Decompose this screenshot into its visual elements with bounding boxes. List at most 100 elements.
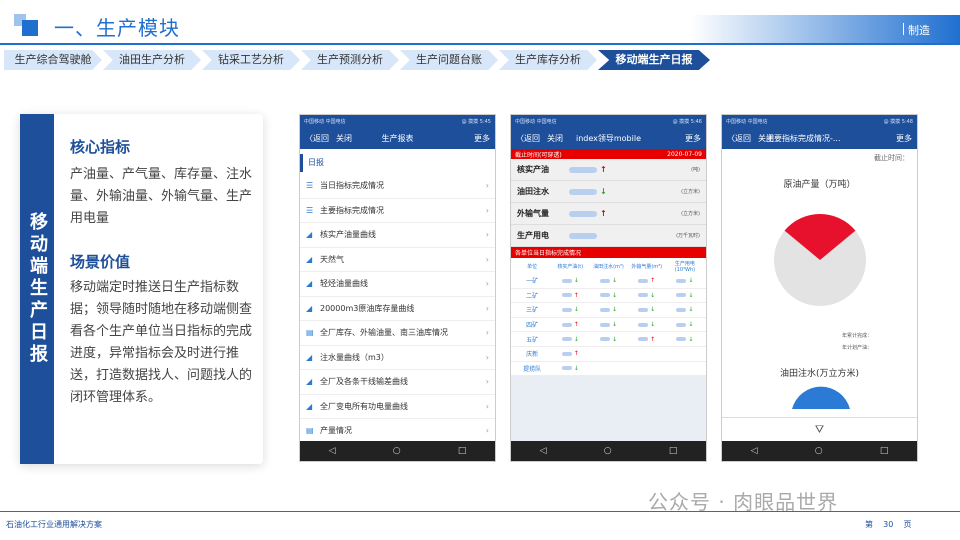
page-label: 第 bbox=[865, 520, 873, 529]
report-item[interactable]: ◢ 全厂及各条干线输差曲线 › bbox=[300, 370, 495, 395]
table-row[interactable]: 二矿 ↑ ↓ ↓ ↓ bbox=[511, 289, 706, 304]
indicator-row[interactable]: 核实产油 ↑ (吨) bbox=[511, 159, 706, 181]
redacted-value bbox=[600, 293, 611, 298]
back-button[interactable]: 〈返回 bbox=[305, 133, 329, 144]
report-item[interactable]: ◢ 全厂变电所有功电量曲线 › bbox=[300, 395, 495, 419]
table-cell: ↓ bbox=[666, 336, 704, 343]
back-button[interactable]: 〈返回 bbox=[516, 133, 540, 144]
indicator-row[interactable]: 外输气量 ↑ (立方米) bbox=[511, 203, 706, 225]
redacted-value bbox=[600, 322, 611, 327]
report-item[interactable]: ▤ 产量情况 › bbox=[300, 419, 495, 444]
close-button[interactable]: 关闭 bbox=[758, 133, 774, 144]
nav-tab-mobile-report[interactable]: 移动端生产日报 bbox=[598, 50, 710, 70]
app-titlebar: 〈返回 关闭 主要指标完成情况-... 更多 bbox=[722, 127, 917, 149]
page-unit: 页 bbox=[903, 520, 912, 529]
table-row[interactable]: 提捞队 ↓ bbox=[511, 362, 706, 377]
table-row[interactable]: 一矿 ↓ ↓ ↑ ↓ bbox=[511, 274, 706, 289]
table-cell: ↓ bbox=[589, 336, 627, 343]
back-nav-icon[interactable]: ◁ bbox=[329, 446, 336, 456]
status-time: @ 摸摸 5:48 bbox=[883, 118, 913, 125]
screen-title: 生产报表 bbox=[381, 133, 414, 143]
filter-icon[interactable]: ⛛ bbox=[815, 423, 824, 436]
table-row[interactable]: 四矿 ↑ ↓ ↓ ↓ bbox=[511, 318, 706, 333]
redacted-value bbox=[561, 322, 572, 327]
status-carrier: 中国移动 中国电信 bbox=[726, 118, 768, 125]
more-button[interactable]: 更多 bbox=[896, 133, 912, 144]
home-nav-icon[interactable]: ○ bbox=[604, 446, 612, 456]
nav-tab-cockpit[interactable]: 生产综合驾驶舱 bbox=[4, 50, 102, 70]
nav-tab-inventory[interactable]: 生产库存分析 bbox=[499, 50, 597, 70]
phone-leader-index: 中国移动 中国电信 @ 摸摸 5:46 〈返回 关闭 index领导mobile … bbox=[510, 114, 707, 462]
nav-tab-drilling[interactable]: 钻采工艺分析 bbox=[202, 50, 300, 70]
report-item[interactable]: ◢ 轻烃油量曲线 › bbox=[300, 272, 495, 297]
report-item[interactable]: ☰ 主要指标完成情况 › bbox=[300, 199, 495, 223]
android-nav-bar: ◁ ○ □ bbox=[511, 441, 706, 461]
unit-table-title: 各单位当日指标完成情况 bbox=[511, 247, 706, 258]
nav-tab-oilfield[interactable]: 油田生产分析 bbox=[103, 50, 201, 70]
table-cell: ↓ bbox=[589, 321, 627, 328]
chart-icon: ◢ bbox=[306, 303, 313, 313]
arrow-down-icon: ↓ bbox=[610, 321, 617, 329]
recent-nav-icon[interactable]: □ bbox=[669, 446, 678, 456]
table-row[interactable]: 庆新 ↑ bbox=[511, 347, 706, 362]
table-cell: ↑ bbox=[628, 336, 666, 343]
close-button[interactable]: 关闭 bbox=[336, 133, 352, 144]
status-time: @ 摸摸 5:45 bbox=[461, 118, 491, 125]
report-item[interactable]: ◢ 20000m3原油库存量曲线 › bbox=[300, 297, 495, 321]
chevron-right-icon: › bbox=[485, 279, 489, 289]
indicator-row[interactable]: 生产用电 (万千瓦时) bbox=[511, 225, 706, 247]
report-item-label: 产量情况 bbox=[320, 426, 352, 436]
close-button[interactable]: 关闭 bbox=[547, 133, 563, 144]
table-cell: ↓ bbox=[589, 277, 627, 284]
report-item-label: 当日指标完成情况 bbox=[320, 181, 384, 191]
redacted-value bbox=[561, 351, 572, 356]
redacted-value bbox=[676, 337, 687, 342]
unit-name: 四矿 bbox=[526, 322, 539, 330]
table-row[interactable]: 五矿 ↓ ↓ ↑ ↓ bbox=[511, 332, 706, 347]
arrow-up-icon: ↑ bbox=[600, 165, 607, 174]
back-button[interactable]: 〈返回 bbox=[727, 133, 751, 144]
indicator-unit: (万千瓦时) bbox=[676, 233, 700, 239]
more-button[interactable]: 更多 bbox=[474, 133, 490, 144]
chevron-right-icon: › bbox=[485, 426, 489, 436]
unit-table-body: 一矿 ↓ ↓ ↑ ↓ 二矿 ↑ ↓ ↓ ↓ 三矿 ↓ ↓ ↓ ↓ 四矿 ↑ ↓ ↓ ↓… bbox=[511, 274, 706, 377]
header-divider bbox=[903, 23, 904, 35]
report-item-label: 20000m3原油库存量曲线 bbox=[320, 303, 415, 313]
cutoff-label[interactable]: 截止时间(可穿透) bbox=[515, 150, 562, 159]
report-item[interactable]: ◢ 核实产油量曲线 › bbox=[300, 223, 495, 248]
arrow-down-icon: ↓ bbox=[686, 335, 694, 343]
report-item[interactable]: ▤ 全厂库存、外输油量、南三油库情况 › bbox=[300, 321, 495, 346]
list-icon: ☰ bbox=[306, 205, 314, 215]
redacted-value bbox=[561, 293, 572, 298]
report-item[interactable]: ◢ 天然气 › bbox=[300, 248, 495, 272]
redacted-value bbox=[676, 307, 687, 312]
indicator-row[interactable]: 油田注水 ↓ (立方米) bbox=[511, 181, 706, 203]
status-carrier: 中国移动 中国电信 bbox=[515, 118, 557, 125]
report-item[interactable]: ☰ 当日指标完成情况 › bbox=[300, 174, 495, 199]
cutoff-date: 2020-07-09 bbox=[667, 150, 702, 158]
redacted-value bbox=[569, 166, 597, 173]
nav-tab-forecast[interactable]: 生产预测分析 bbox=[301, 50, 399, 70]
footer-rule bbox=[0, 511, 960, 512]
year-plan-label: 年计划产油： bbox=[842, 345, 873, 351]
recent-nav-icon[interactable]: □ bbox=[880, 446, 889, 456]
home-nav-icon[interactable]: ○ bbox=[815, 446, 823, 456]
water-injection-arc bbox=[792, 386, 850, 409]
back-nav-icon[interactable]: ◁ bbox=[751, 446, 758, 456]
more-button[interactable]: 更多 bbox=[685, 133, 701, 144]
recent-nav-icon[interactable]: □ bbox=[458, 446, 467, 456]
table-cell: ↑ bbox=[551, 321, 589, 328]
chevron-right-icon: › bbox=[485, 254, 489, 264]
unit-name: 二矿 bbox=[526, 292, 539, 300]
table-row[interactable]: 三矿 ↓ ↓ ↓ ↓ bbox=[511, 303, 706, 318]
unit-name: 三矿 bbox=[526, 307, 539, 315]
table-cell: ↓ bbox=[666, 306, 704, 313]
back-nav-icon[interactable]: ◁ bbox=[540, 446, 547, 456]
nav-tab-issues[interactable]: 生产问题台账 bbox=[400, 50, 498, 70]
redacted-value bbox=[638, 337, 649, 342]
redacted-value bbox=[638, 293, 649, 298]
redacted-value bbox=[569, 232, 597, 239]
report-item[interactable]: ◢ 注水量曲线（m3） › bbox=[300, 346, 495, 370]
chart-icon: ◢ bbox=[306, 401, 313, 411]
home-nav-icon[interactable]: ○ bbox=[393, 446, 401, 456]
